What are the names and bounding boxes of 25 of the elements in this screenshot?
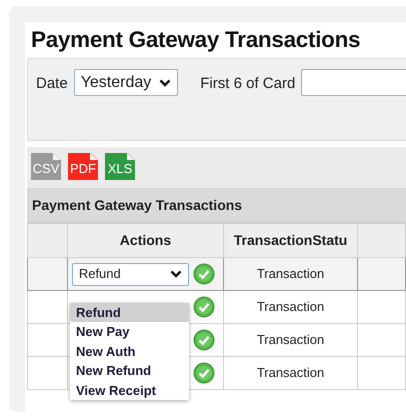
caret-icon [159, 78, 172, 86]
date-select[interactable]: Yesterday [74, 69, 178, 96]
menu-option[interactable]: New Pay [70, 322, 189, 342]
table-cell: Transaction [224, 324, 358, 356]
menu-option[interactable]: Refund [70, 303, 189, 322]
check-icon[interactable] [192, 362, 215, 384]
table-cell: Transaction [224, 258, 358, 290]
check-icon[interactable] [192, 263, 215, 285]
action-select[interactable]: Refund [72, 262, 189, 286]
menu-option[interactable]: View Receipt [70, 380, 189, 400]
grid-caption: Payment Gateway Transactions [27, 189, 406, 223]
page-title: Payment Gateway Transactions [30, 26, 362, 54]
menu-option[interactable]: New Auth [70, 342, 189, 362]
column-header[interactable]: Actions [67, 224, 224, 258]
date-label: Date [36, 74, 68, 94]
check-icon[interactable] [192, 296, 215, 318]
card-input[interactable] [301, 69, 406, 96]
column-header[interactable]: TransactionStatu [224, 224, 358, 258]
table-cell: Transaction [224, 356, 358, 390]
card-label: First 6 of Card [200, 74, 296, 94]
caret-icon [170, 270, 182, 278]
export-button[interactable]: XLS [105, 153, 135, 180]
table-cell: Transaction [224, 290, 358, 324]
export-button[interactable]: PDF [68, 153, 98, 180]
check-icon[interactable] [192, 329, 215, 351]
